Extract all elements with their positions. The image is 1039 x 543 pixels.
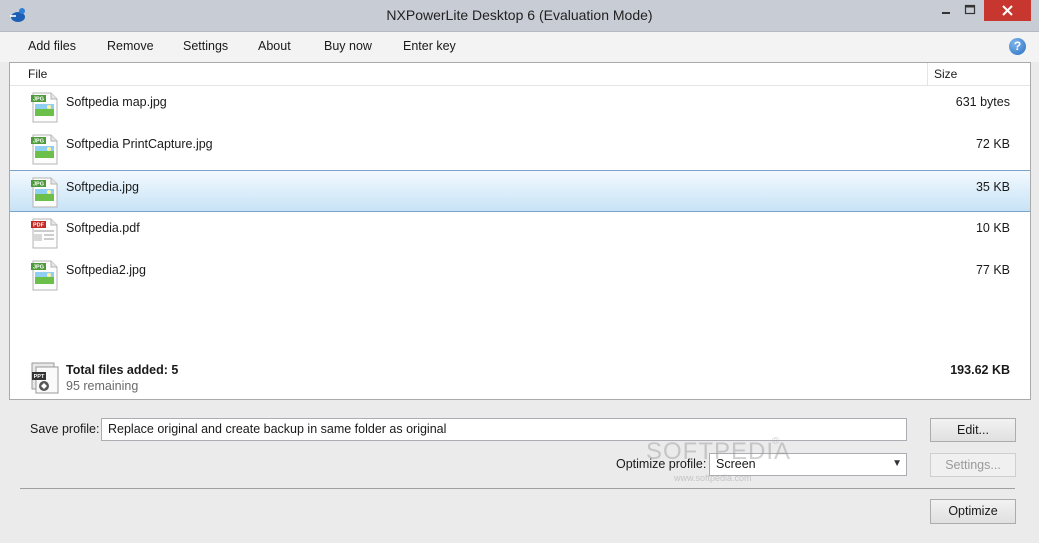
close-icon[interactable] [984, 0, 1031, 21]
file-size: 10 KB [975, 221, 1010, 235]
softpedia-watermark: SOFTPEDIA [646, 438, 792, 465]
edit-button[interactable]: Edit... [930, 418, 1016, 442]
window-title: NXPowerLite Desktop 6 (Evaluation Mode) [386, 7, 653, 23]
file-size: 35 KB [975, 180, 1010, 194]
bottom-divider [20, 488, 1015, 489]
jpg-file-icon: JPG [31, 92, 58, 123]
settings-button[interactable]: Settings... [930, 453, 1016, 477]
optimize-button[interactable]: Optimize [930, 499, 1016, 524]
file-row[interactable]: JPG Softpedia PrintCapture.jpg 72 KB [10, 128, 1030, 170]
pdf-file-icon: PDF [31, 218, 58, 249]
maximize-icon[interactable] [958, 0, 982, 21]
save-profile-label: Save profile: [30, 422, 100, 436]
file-row[interactable]: JPG Softpedia2.jpg 77 KB [10, 254, 1030, 296]
multiple-files-icon: PPT [31, 362, 59, 394]
jpg-file-icon: JPG [31, 260, 58, 291]
file-size: 72 KB [975, 137, 1010, 151]
totals-bar: PPT Total files added: 5 95 remaining 19… [9, 357, 1031, 400]
about-button[interactable]: About [258, 39, 291, 53]
file-name: Softpedia.pdf [66, 221, 140, 235]
enter-key-button[interactable]: Enter key [403, 39, 456, 53]
file-name: Softpedia2.jpg [66, 263, 146, 277]
jpg-file-icon: JPG [31, 177, 58, 208]
add-files-button[interactable]: Add files [28, 39, 76, 53]
file-type-badge: JPG [33, 97, 44, 103]
ppt-badge: PPT [34, 374, 45, 380]
chevron-down-icon[interactable]: ▼ [892, 454, 902, 474]
file-row[interactable]: PDF Softpedia.pdf 10 KB [10, 212, 1030, 254]
column-header-size[interactable]: Size [934, 67, 957, 81]
watermark-registered-mark: ® [772, 436, 780, 447]
file-size: 631 bytes [955, 95, 1010, 109]
buy-now-button[interactable]: Buy now [324, 39, 372, 53]
minimize-icon[interactable] [934, 0, 958, 21]
remaining-files-label: 95 remaining [66, 379, 139, 393]
file-type-badge: JPG [33, 265, 44, 271]
file-name: Softpedia.jpg [66, 180, 139, 194]
file-list[interactable]: File Size JPG Softpedia map.jpg 631 bytes J… [9, 62, 1031, 358]
column-divider[interactable] [927, 63, 928, 85]
menu-bar: Add files Remove Settings About Buy now … [0, 32, 1039, 62]
total-files-label: Total files added: 5 [66, 363, 179, 377]
help-icon[interactable]: ? [1009, 38, 1026, 55]
file-row[interactable]: JPG Softpedia.jpg 35 KB [10, 170, 1030, 212]
column-header-file[interactable]: File [28, 67, 47, 81]
file-name: Softpedia PrintCapture.jpg [66, 137, 213, 151]
softpedia-watermark-url: www.softpedia.com [674, 473, 752, 483]
title-bar: NXPowerLite Desktop 6 (Evaluation Mode) [0, 0, 1039, 32]
total-size-value: 193.62 KB [950, 363, 1010, 377]
file-name: Softpedia map.jpg [66, 95, 167, 109]
file-size: 77 KB [975, 263, 1010, 277]
file-type-badge: JPG [33, 182, 44, 188]
file-row[interactable]: JPG Softpedia map.jpg 631 bytes [10, 86, 1030, 128]
file-type-badge: JPG [33, 139, 44, 145]
settings-menu-button[interactable]: Settings [183, 39, 228, 53]
jpg-file-icon: JPG [31, 134, 58, 165]
file-type-badge: PDF [33, 223, 45, 229]
remove-button[interactable]: Remove [107, 39, 154, 53]
file-list-header: File Size [10, 63, 1030, 86]
